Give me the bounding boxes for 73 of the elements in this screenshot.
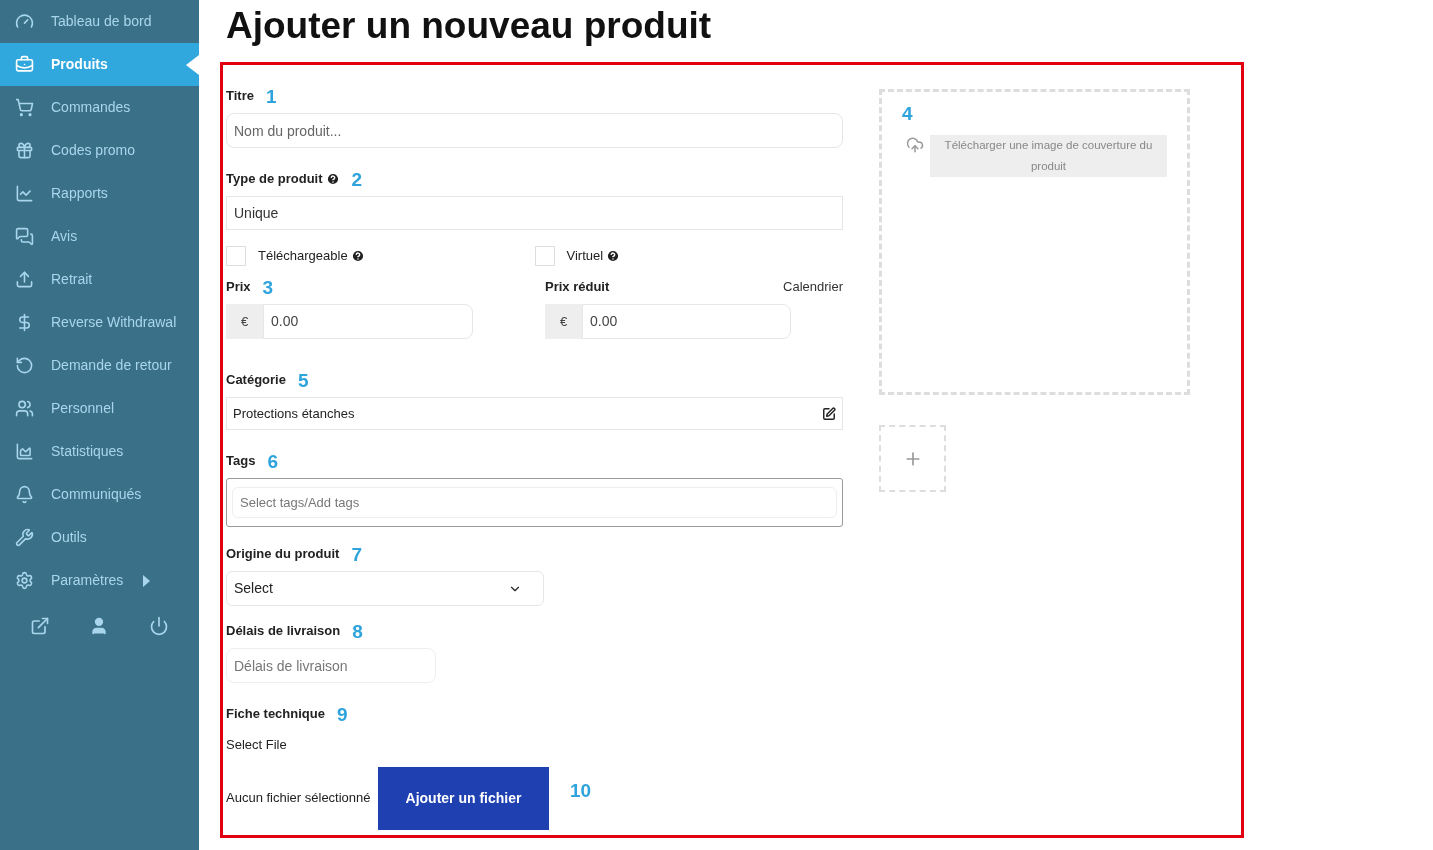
currency-addon: € — [226, 304, 263, 339]
sidebar-item[interactable]: Avis — [0, 215, 199, 258]
sidebar-item[interactable]: Produits — [0, 43, 199, 86]
product-type-select[interactable]: Unique — [226, 196, 843, 230]
sidebar-item[interactable]: Rapports — [0, 172, 199, 215]
step-number: 1 — [265, 86, 277, 106]
sidebar-item[interactable]: Outils — [0, 516, 199, 559]
cover-image-dropzone[interactable]: 4 Télécharger une image de couverture du produit — [879, 89, 1190, 395]
tags-field[interactable]: Select tags/Add tags — [232, 487, 837, 518]
sidebar-item[interactable]: Retrait — [0, 258, 199, 301]
field-label: Origine du produit — [226, 545, 340, 564]
file-status: Aucun fichier sélectionné — [226, 789, 372, 808]
sidebar-item[interactable]: Paramètres — [0, 559, 199, 602]
sidebar-item[interactable]: Reverse Withdrawal — [0, 301, 199, 344]
field-label: Prix — [226, 278, 251, 297]
upload-icon — [15, 270, 34, 289]
sidebar-item[interactable]: Tableau de bord — [0, 0, 199, 43]
field-label: Titre — [226, 87, 254, 106]
field-label: Tags — [226, 452, 256, 471]
settings-icon — [15, 571, 34, 590]
step-number: 2 — [351, 169, 363, 189]
add-file-button[interactable]: Ajouter un fichier — [378, 766, 549, 830]
sidebar-item[interactable]: Personnel — [0, 387, 199, 430]
field-label: Délais de livraison — [226, 622, 341, 641]
step-number: 6 — [267, 451, 278, 471]
origin-select[interactable]: Select — [226, 571, 544, 606]
calendar-link[interactable]: Calendrier — [783, 277, 843, 297]
field-label: Fiche technique — [226, 705, 325, 724]
bell-icon — [15, 485, 34, 504]
field-label: Prix réduit — [545, 278, 610, 297]
line-chart-icon — [15, 184, 34, 203]
step-number: 8 — [352, 621, 363, 641]
step-number: 7 — [351, 544, 362, 564]
step-number: 3 — [262, 277, 274, 297]
step-number: 10 — [570, 778, 592, 803]
wrench-icon — [15, 528, 34, 547]
undo-icon — [15, 356, 34, 375]
checkbox-label: Virtuel — [566, 247, 604, 266]
step-number: 9 — [336, 704, 348, 724]
sidebar-item[interactable]: Commandes — [0, 86, 199, 129]
cloud-upload-icon — [906, 135, 924, 154]
select-file-label: Select File — [226, 736, 288, 754]
help-icon[interactable] — [350, 249, 365, 263]
upload-cover-text[interactable]: Télécharger une image de couverture du produit — [930, 134, 1167, 177]
help-icon[interactable] — [325, 172, 340, 186]
step-number: 4 — [902, 103, 913, 124]
currency-addon: € — [545, 304, 582, 339]
cart-icon — [15, 98, 34, 117]
field-label: Catégorie — [226, 371, 286, 390]
sidebar-item[interactable]: Codes promo — [0, 129, 199, 172]
external-link-icon[interactable] — [29, 616, 50, 636]
category-field[interactable]: Protections étanches — [226, 397, 843, 430]
active-pointer-icon — [186, 55, 199, 75]
chat-bubbles-icon — [15, 227, 34, 246]
gauge-icon — [15, 12, 34, 31]
checkbox[interactable] — [226, 246, 246, 266]
help-icon[interactable] — [606, 249, 621, 263]
briefcase-icon — [15, 55, 34, 74]
users-icon — [15, 399, 34, 418]
power-icon[interactable] — [149, 616, 170, 636]
area-chart-icon — [15, 442, 34, 461]
checkbox-label: Téléchargeable — [258, 247, 348, 266]
step-number: 5 — [297, 370, 309, 390]
page-title: Ajouter un nouveau produit — [225, 4, 713, 48]
sidebar-item[interactable]: Statistiques — [0, 430, 199, 473]
title-field[interactable]: Nom du produit... — [226, 113, 843, 148]
field-label: Type de produit — [226, 170, 323, 189]
sidebar-item[interactable]: Demande de retour — [0, 344, 199, 387]
gift-icon — [15, 141, 34, 160]
sidebar-item[interactable]: Communiqués — [0, 473, 199, 516]
delivery-field[interactable]: Délais de livraison — [226, 648, 436, 683]
checkbox[interactable] — [534, 246, 555, 266]
edit-icon[interactable] — [822, 406, 836, 421]
